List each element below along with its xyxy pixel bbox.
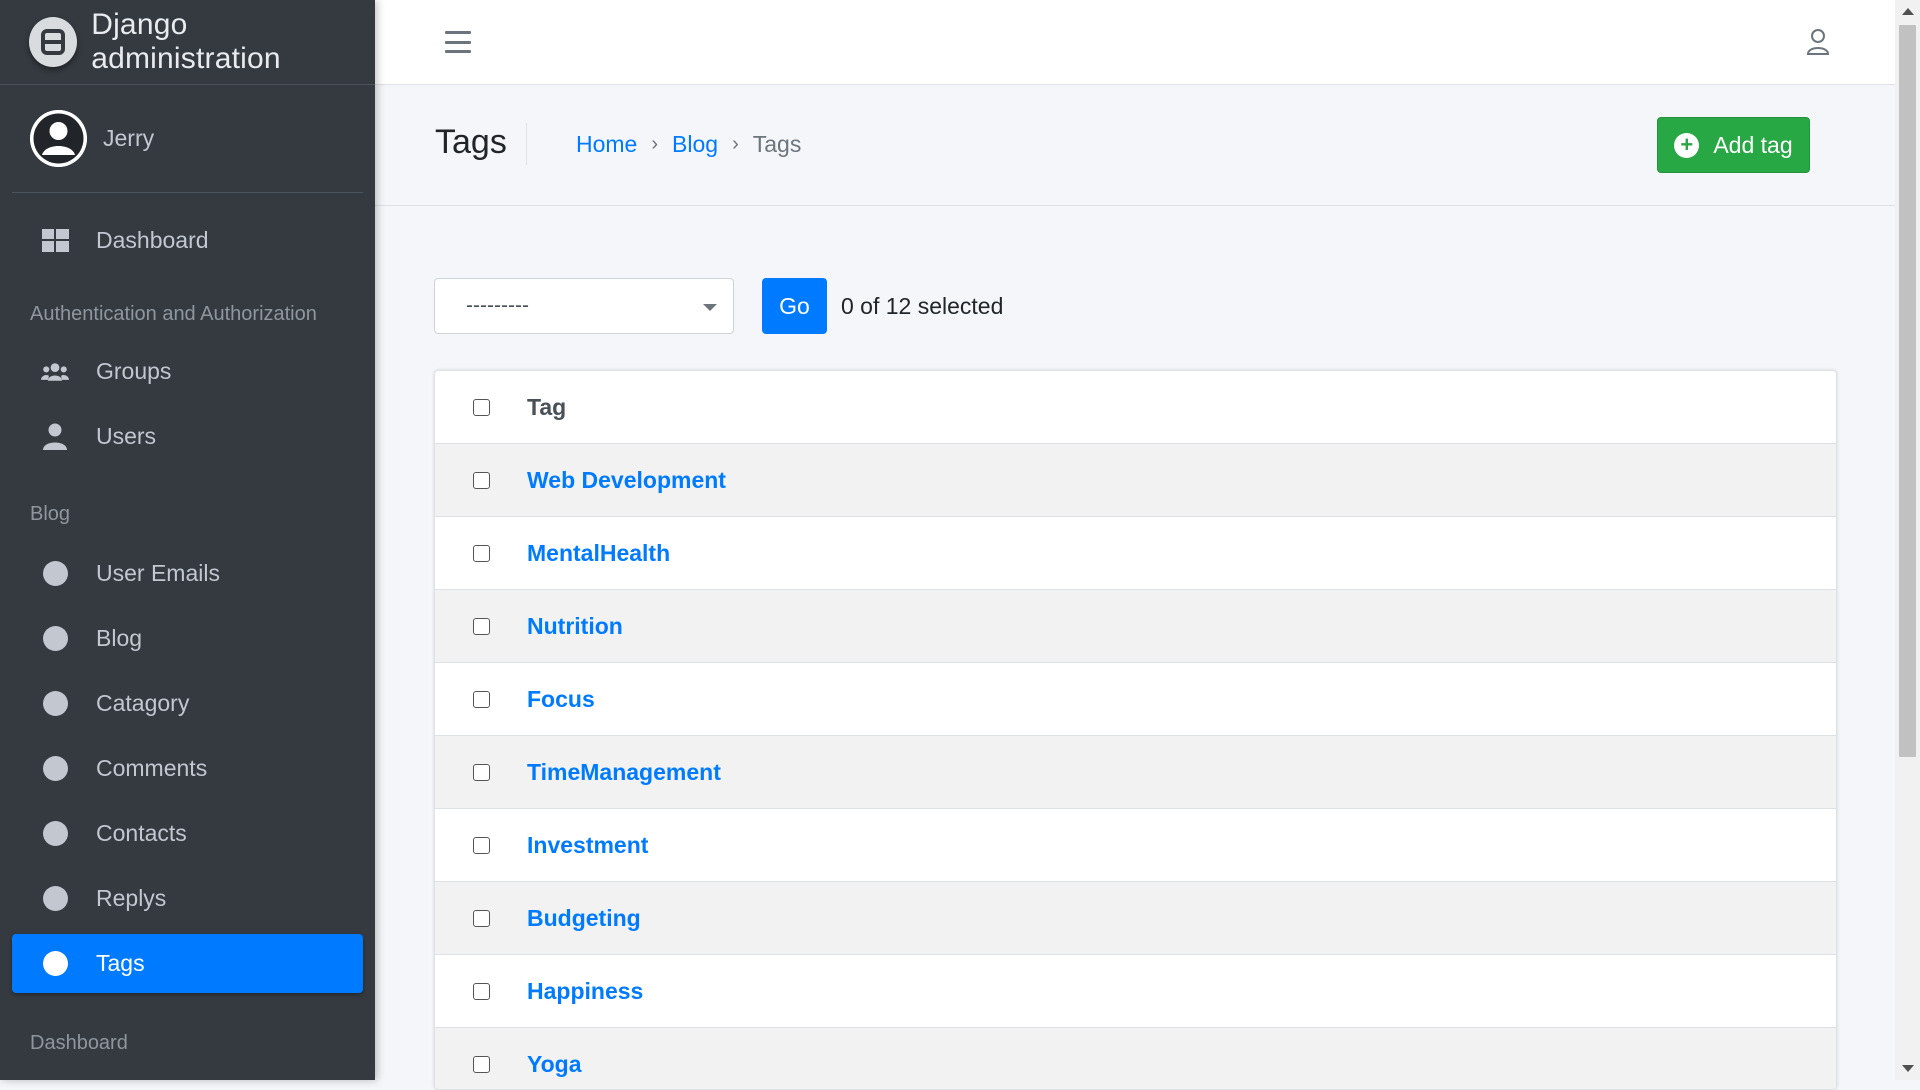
circle-icon: [42, 821, 68, 846]
breadcrumb-blog[interactable]: Blog: [672, 131, 718, 158]
tag-link[interactable]: Nutrition: [527, 613, 623, 640]
table-row: Yoga: [435, 1028, 1836, 1089]
page-scrollbar[interactable]: [1895, 0, 1920, 1080]
column-header-tag[interactable]: Tag: [527, 394, 566, 421]
table-row: Budgeting: [435, 882, 1836, 955]
breadcrumb-separator: ›: [651, 133, 659, 155]
sidebar-item-groups[interactable]: Groups: [12, 342, 363, 401]
results-table: Tag Web Development MentalHealth Nutriti…: [434, 370, 1837, 1090]
top-navbar: [375, 0, 1895, 85]
sidebar: Django administration Jerry Dashboard Au…: [0, 0, 375, 1080]
add-tag-button[interactable]: + Add tag: [1657, 117, 1810, 173]
plus-circle-icon: +: [1674, 132, 1700, 158]
dashboard-icon: [41, 227, 69, 255]
circle-icon: [42, 691, 68, 716]
sidebar-nav: Dashboard Authentication and Authorizati…: [0, 193, 375, 1063]
sidebar-item-label: Comments: [96, 755, 208, 781]
table-row: MentalHealth: [435, 517, 1836, 590]
user-menu-icon[interactable]: [1806, 28, 1830, 61]
user-icon: [41, 423, 69, 451]
tag-link[interactable]: Budgeting: [527, 905, 641, 932]
select-all-checkbox[interactable]: [473, 398, 490, 416]
row-checkbox[interactable]: [473, 471, 490, 489]
tag-link[interactable]: TimeManagement: [527, 759, 721, 786]
users-group-icon: [41, 358, 69, 386]
breadcrumb-home[interactable]: Home: [576, 131, 637, 158]
sidebar-item-label: Tags: [96, 950, 145, 976]
nav-header-auth: Authentication and Authorization: [30, 302, 317, 325]
circle-icon: [42, 951, 68, 976]
avatar-icon: [30, 110, 87, 167]
user-name: Jerry: [103, 125, 155, 151]
circle-icon: [42, 886, 68, 911]
content-header: Tags Home › Blog › Tags + Add tag: [375, 85, 1895, 206]
row-checkbox[interactable]: [473, 544, 490, 562]
row-checkbox[interactable]: [473, 617, 490, 635]
tag-link[interactable]: Web Development: [527, 467, 726, 494]
brand-title: Django administration: [91, 8, 281, 75]
actions-bar: --------- Go 0 of 12 selected: [434, 278, 1003, 334]
table-row: Investment: [435, 809, 1836, 882]
sidebar-item-label: Replys: [96, 885, 167, 911]
user-panel[interactable]: Jerry: [12, 85, 363, 193]
sidebar-item-label: Dashboard: [96, 227, 209, 253]
table-row: Happiness: [435, 955, 1836, 1028]
row-checkbox[interactable]: [473, 1055, 490, 1073]
table-row: Nutrition: [435, 590, 1836, 663]
sidebar-item-blog[interactable]: Blog: [12, 609, 363, 668]
action-select-value: ---------: [466, 294, 529, 317]
table-row: TimeManagement: [435, 736, 1836, 809]
scroll-up-arrow-icon[interactable]: [1902, 8, 1914, 15]
sidebar-item-label: Contacts: [96, 820, 187, 846]
tag-link[interactable]: MentalHealth: [527, 540, 670, 567]
brand-link[interactable]: Django administration: [0, 0, 375, 85]
sidebar-item-catagory[interactable]: Catagory: [12, 674, 363, 733]
sidebar-item-dashboard[interactable]: Dashboard: [12, 211, 363, 270]
django-logo-icon: [29, 17, 78, 67]
tag-link[interactable]: Focus: [527, 686, 595, 713]
circle-icon: [42, 561, 68, 586]
sidebar-item-tags[interactable]: Tags: [12, 934, 363, 993]
sidebar-item-contacts[interactable]: Contacts: [12, 804, 363, 863]
row-checkbox[interactable]: [473, 836, 490, 854]
sidebar-item-user-emails[interactable]: User Emails: [12, 544, 363, 603]
sidebar-item-label: Groups: [96, 358, 172, 384]
breadcrumb: Home › Blog › Tags: [576, 131, 801, 158]
table-header: Tag: [435, 371, 1836, 444]
table-row: Focus: [435, 663, 1836, 736]
selection-counter: 0 of 12 selected: [841, 292, 1004, 319]
sidebar-item-label: Catagory: [96, 690, 190, 716]
chevron-down-icon: [703, 304, 717, 311]
scroll-down-arrow-icon[interactable]: [1902, 1065, 1914, 1072]
table-row: Web Development: [435, 444, 1836, 517]
sidebar-item-replys[interactable]: Replys: [12, 869, 363, 928]
nav-header-dashboard: Dashboard: [30, 1031, 128, 1054]
breadcrumb-current: Tags: [752, 131, 802, 157]
circle-icon: [42, 756, 68, 781]
action-select[interactable]: ---------: [434, 278, 734, 334]
tag-link[interactable]: Yoga: [527, 1051, 582, 1078]
tag-link[interactable]: Investment: [527, 832, 648, 859]
add-tag-label: Add tag: [1713, 131, 1793, 158]
sidebar-item-label: Users: [96, 423, 157, 449]
go-button[interactable]: Go: [762, 278, 827, 334]
sidebar-item-comments[interactable]: Comments: [12, 739, 363, 798]
tag-link[interactable]: Happiness: [527, 978, 643, 1005]
title-divider: [526, 123, 527, 165]
row-checkbox[interactable]: [473, 909, 490, 927]
sidebar-item-label: User Emails: [96, 560, 220, 586]
circle-icon: [42, 626, 68, 651]
row-checkbox[interactable]: [473, 690, 490, 708]
sidebar-item-users[interactable]: Users: [12, 407, 363, 466]
nav-header-blog: Blog: [30, 502, 71, 525]
breadcrumb-separator: ›: [732, 133, 739, 155]
page-title: Tags: [435, 123, 507, 161]
row-checkbox[interactable]: [473, 763, 490, 781]
sidebar-item-label: Blog: [96, 625, 143, 651]
menu-toggle-icon[interactable]: [445, 31, 471, 53]
scrollbar-thumb[interactable]: [1899, 25, 1916, 757]
row-checkbox[interactable]: [473, 982, 490, 1000]
